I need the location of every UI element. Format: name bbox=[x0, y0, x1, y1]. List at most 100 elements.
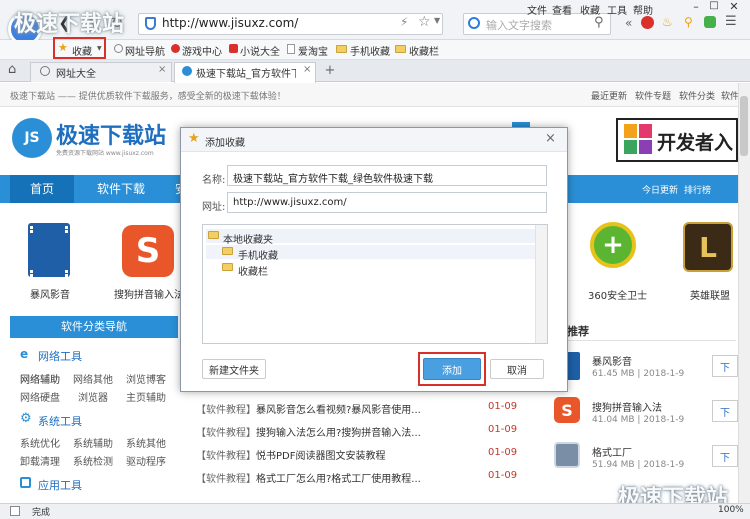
cancel-button[interactable]: 取消 bbox=[490, 359, 544, 379]
bookmark-nav[interactable]: 网址导航 bbox=[125, 43, 165, 58]
menu-favorites[interactable]: 收藏 bbox=[580, 2, 600, 17]
tab-nav-portal[interactable] bbox=[30, 62, 172, 82]
category-link[interactable]: 主页辅助 bbox=[126, 389, 166, 404]
folder-tree-scrollbar[interactable] bbox=[535, 225, 547, 343]
category-link[interactable]: 系统辅助 bbox=[73, 435, 113, 450]
category-title[interactable]: 网络工具 bbox=[38, 348, 82, 364]
bookmark-novels[interactable]: 小说大全 bbox=[240, 43, 280, 58]
banner-logo-icon bbox=[624, 124, 652, 154]
net-icon: e bbox=[20, 347, 29, 361]
film-icon[interactable] bbox=[28, 223, 70, 277]
ext-red-icon[interactable] bbox=[641, 16, 654, 29]
new-folder-button[interactable]: 新建文件夹 bbox=[202, 359, 266, 379]
ext-bell-icon[interactable]: ♨ bbox=[662, 15, 673, 29]
maximize-button[interactable]: □ bbox=[706, 0, 722, 12]
recommend-name[interactable]: 搜狗拼音输入法 bbox=[592, 399, 662, 414]
favorites-button[interactable]: 收藏 bbox=[72, 43, 92, 58]
bookmark-bar-folder[interactable]: 收藏栏 bbox=[409, 43, 439, 58]
category-link[interactable]: 网络其他 bbox=[73, 371, 113, 386]
category-link[interactable]: 卸载清理 bbox=[20, 453, 60, 468]
ext-key-icon[interactable]: ⚲ bbox=[684, 15, 693, 29]
menu-bars-icon[interactable]: ☰ bbox=[725, 14, 737, 29]
topbar-link[interactable]: 软件专题 bbox=[635, 89, 671, 102]
article-row[interactable]: 【软件教程】暴风影音怎么看视频?暴风影音使用... bbox=[196, 401, 421, 416]
topbar-link[interactable]: 最近更新 bbox=[591, 89, 627, 102]
app-name[interactable]: 暴风影音 bbox=[30, 286, 70, 301]
menu-tools[interactable]: 工具 bbox=[607, 2, 627, 17]
nav-rank[interactable]: 排行榜 bbox=[684, 183, 711, 196]
category-title[interactable]: 系统工具 bbox=[38, 413, 82, 429]
recommend-icon[interactable] bbox=[554, 442, 580, 468]
app-name[interactable]: 360安全卫士 bbox=[588, 287, 647, 302]
ext-arrows-icon[interactable]: « bbox=[625, 16, 632, 30]
name-field-value[interactable]: 极速下载站_官方软件下载_绿色软件极速下载 bbox=[233, 170, 433, 185]
dialog-title: 添加收藏 bbox=[205, 138, 245, 149]
category-nav-header: 软件分类导航 bbox=[10, 316, 178, 338]
menu-view[interactable]: 查看 bbox=[552, 2, 572, 17]
recommend-underline bbox=[560, 340, 736, 341]
search-engine-icon[interactable] bbox=[468, 17, 480, 29]
scrollbar-thumb[interactable] bbox=[740, 96, 748, 156]
category-link[interactable]: 系统优化 bbox=[20, 435, 60, 450]
url-field-value[interactable]: http://www.jisuxz.com/ bbox=[233, 197, 347, 208]
tab-close-icon[interactable]: × bbox=[158, 64, 166, 75]
category-link[interactable]: 系统其他 bbox=[126, 435, 166, 450]
zoom-level[interactable]: 100% bbox=[718, 505, 744, 515]
status-icon bbox=[10, 506, 20, 516]
home-icon[interactable]: ⌂ bbox=[8, 62, 16, 77]
tab-close-icon[interactable]: × bbox=[303, 64, 311, 75]
sogou-icon[interactable]: S bbox=[122, 225, 174, 277]
tab-label[interactable]: 极速下载站_官方软件下 bbox=[196, 65, 296, 80]
tab-site-icon bbox=[182, 66, 192, 76]
download-button[interactable]: 下 bbox=[712, 400, 738, 422]
menu-help[interactable]: 帮助 bbox=[633, 2, 653, 17]
lol-icon[interactable]: L bbox=[683, 222, 733, 272]
category-link[interactable]: 浏览博客 bbox=[126, 371, 166, 386]
category-link[interactable]: 系统检测 bbox=[73, 453, 113, 468]
article-row[interactable]: 【软件教程】格式工厂怎么用?格式工厂使用教程... bbox=[196, 470, 421, 485]
category-link[interactable]: 网络辅助 bbox=[20, 371, 60, 386]
lightning-icon[interactable]: ⚡ bbox=[400, 15, 408, 29]
category-link[interactable]: 浏览器 bbox=[78, 389, 108, 404]
app-name[interactable]: 搜狗拼音输入法 bbox=[114, 286, 180, 301]
bookmark-games[interactable]: 游戏中心 bbox=[182, 43, 222, 58]
app-name[interactable]: 英雄联盟 bbox=[690, 287, 730, 302]
download-button[interactable]: 下 bbox=[712, 355, 738, 377]
article-row[interactable]: 【软件教程】搜狗输入法怎么用?搜狗拼音输入法... bbox=[196, 424, 421, 439]
category-link[interactable]: 驱动程序 bbox=[126, 453, 166, 468]
recommend-icon[interactable]: S bbox=[554, 397, 580, 423]
new-tab-button[interactable]: + bbox=[322, 63, 338, 79]
url-label: 网址: bbox=[202, 202, 226, 213]
nav-home[interactable]: 首页 bbox=[10, 175, 74, 203]
download-button[interactable]: 下 bbox=[712, 445, 738, 467]
favorites-dropdown-icon[interactable]: ▼ bbox=[97, 45, 102, 52]
topbar-link[interactable]: 软件 bbox=[721, 89, 739, 102]
article-row[interactable]: 【软件教程】悦书PDF阅读器图文安装教程 bbox=[196, 447, 385, 462]
chevron-down-icon[interactable]: ▼ bbox=[434, 16, 440, 25]
category-title[interactable]: 应用工具 bbox=[38, 477, 82, 493]
menu-file[interactable]: 文件 bbox=[527, 2, 547, 17]
tree-item-label[interactable]: 收藏栏 bbox=[238, 263, 268, 278]
address-url[interactable]: http://www.jisuxz.com/ bbox=[162, 16, 298, 30]
recommend-name[interactable]: 格式工厂 bbox=[592, 444, 632, 459]
topbar-link[interactable]: 软件分类 bbox=[679, 89, 715, 102]
tree-item-label[interactable]: 手机收藏 bbox=[238, 247, 278, 262]
360-icon[interactable]: + bbox=[590, 222, 636, 268]
dialog-close-icon[interactable]: × bbox=[545, 131, 556, 146]
bookmark-mobile[interactable]: 手机收藏 bbox=[350, 43, 390, 58]
search-input[interactable]: 输入文字搜索 bbox=[486, 17, 552, 33]
minimize-button[interactable]: – bbox=[688, 0, 704, 13]
tab-label[interactable]: 网址大全 bbox=[56, 65, 96, 80]
search-icon[interactable]: ⚲ bbox=[594, 15, 604, 30]
star-icon[interactable]: ☆ bbox=[418, 14, 431, 30]
nav-today[interactable]: 今日更新 bbox=[642, 183, 678, 196]
tree-root-label[interactable]: 本地收藏夹 bbox=[223, 231, 273, 246]
bookmark-taobao[interactable]: 爱淘宝 bbox=[298, 43, 328, 58]
nav-software[interactable]: 软件下载 bbox=[97, 175, 145, 203]
ext-green-icon[interactable] bbox=[704, 16, 716, 28]
favorites-star-icon[interactable]: ★ bbox=[58, 41, 68, 54]
category-link[interactable]: 网络硬盘 bbox=[20, 389, 60, 404]
add-button[interactable]: 添加 bbox=[423, 358, 481, 380]
recommend-name[interactable]: 暴风影音 bbox=[592, 353, 632, 368]
close-button[interactable]: ✕ bbox=[726, 0, 742, 13]
